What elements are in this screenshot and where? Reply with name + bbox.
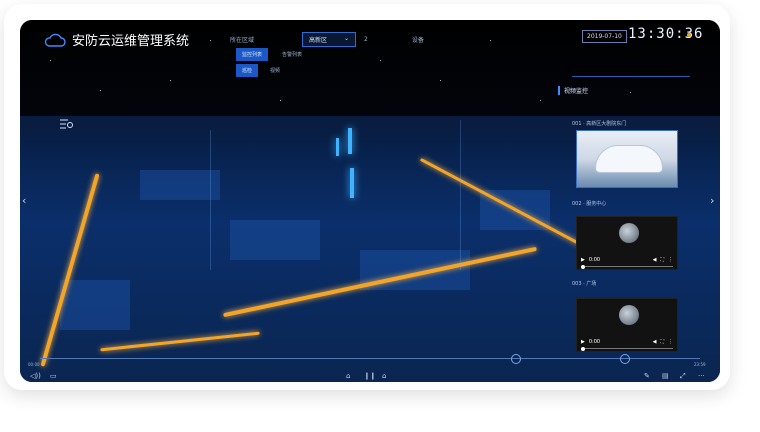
screen-icon[interactable]: ▭ — [50, 372, 57, 380]
light-beam — [210, 130, 211, 270]
timeline-handle[interactable] — [620, 354, 630, 364]
fullscreen-icon[interactable]: ⛶ — [660, 257, 664, 263]
dots-icon[interactable]: ··· — [698, 372, 705, 380]
expand-icon[interactable]: ⤢ — [680, 372, 686, 381]
star — [540, 100, 541, 101]
video-panel-title: 视频监控 — [558, 86, 588, 95]
light-beam — [460, 120, 461, 270]
more-icon[interactable]: ⋮ — [668, 339, 673, 345]
video-controls: ▶ 0:00 ◀ ⛶ ⋮ — [581, 339, 673, 345]
city-block — [140, 170, 220, 200]
status-dot — [687, 33, 691, 37]
area-label: 所在区域 — [230, 37, 255, 44]
star — [210, 40, 211, 41]
window-frame: 安防云运维管理系统 所在区域 高新区 ⌄ 2 设备 监控列表 告警列表 巡检 视… — [4, 4, 730, 390]
video-time: 0:00 — [588, 339, 601, 345]
star — [280, 100, 281, 101]
video-progress-handle[interactable] — [581, 347, 585, 351]
city-block — [60, 280, 130, 330]
timeline-track[interactable] — [40, 358, 700, 359]
city-block — [230, 220, 320, 260]
header-divider — [572, 76, 690, 77]
video-progress[interactable] — [581, 266, 673, 267]
video-player[interactable]: ▶ 0:00 ◀ ⛶ ⋮ — [576, 216, 678, 270]
camera-label: 001 · 高新区大剧院东门 — [572, 121, 627, 127]
video-controls: ▶ 0:00 ◀ ⛶ ⋮ — [581, 257, 673, 263]
pen-icon[interactable]: ✎ — [644, 372, 650, 380]
volume-icon[interactable]: ◀ — [653, 257, 657, 263]
more-icon[interactable]: ⋮ — [668, 257, 673, 263]
play-icon[interactable]: ▶ — [581, 339, 585, 345]
area-select[interactable]: 高新区 ⌄ — [302, 32, 357, 47]
camera-snapshot — [577, 131, 677, 187]
star — [100, 90, 101, 91]
volume-icon[interactable]: ◀ — [653, 339, 657, 345]
area-selector-row: 所在区域 高新区 ⌄ 2 设备 — [230, 32, 424, 47]
clock: 13:30:36 — [628, 26, 704, 42]
highlight-tower — [336, 138, 339, 156]
video-player[interactable]: ▶ 0:00 ◀ ⛶ ⋮ — [576, 298, 678, 352]
volume-icon[interactable]: ◁)) — [30, 372, 41, 380]
highlight-tower — [348, 128, 352, 154]
fullscreen-icon[interactable]: ⛶ — [660, 339, 664, 345]
layers-icon[interactable]: ▤ — [662, 372, 669, 380]
num-label: 2 — [364, 36, 368, 43]
pause-icon[interactable]: ❙❙ — [364, 372, 376, 380]
video-frame — [619, 223, 639, 243]
star — [440, 80, 441, 81]
filter-icon[interactable] — [58, 116, 74, 132]
timeline-end: 23:59 — [694, 362, 706, 367]
video-frame — [619, 305, 639, 325]
building-shape — [595, 145, 663, 173]
inspect-button[interactable]: 巡检 — [236, 64, 259, 77]
map-screen[interactable]: 安防云运维管理系统 所在区域 高新区 ⌄ 2 设备 监控列表 告警列表 巡检 视… — [20, 20, 720, 382]
star — [630, 92, 631, 93]
video-progress[interactable] — [581, 348, 673, 349]
video-link[interactable]: 视频 — [270, 67, 280, 74]
app-logo: 安防云运维管理系统 — [44, 30, 189, 49]
timeline-start: 00:00 — [28, 362, 40, 367]
chevron-right-icon[interactable]: › — [710, 194, 714, 207]
list-tabs: 监控列表 告警列表 — [236, 48, 302, 61]
star — [490, 40, 491, 41]
chevron-left-icon[interactable]: ‹ — [22, 194, 26, 207]
star — [380, 60, 381, 61]
video-progress-handle[interactable] — [581, 265, 585, 269]
cloud-icon — [44, 33, 66, 47]
monitor-list-button[interactable]: 监控列表 — [236, 48, 269, 61]
star — [50, 60, 51, 61]
date-badge: 2019-07-10 — [582, 30, 627, 43]
play-icon[interactable]: ▶ — [581, 257, 585, 263]
camera-thumbnail[interactable] — [576, 130, 678, 188]
video-time: 0:00 — [588, 257, 601, 263]
device-label: 设备 — [411, 37, 424, 44]
chevron-down-icon: ⌄ — [343, 35, 350, 42]
camera-label: 002 · 服务中心 — [572, 201, 607, 207]
highlight-tower — [350, 168, 354, 198]
camera-label: 003 · 广场 — [572, 281, 597, 287]
star — [170, 80, 171, 81]
area-select-value: 高新区 — [309, 37, 328, 44]
cone-icon[interactable]: ⌂ — [382, 372, 386, 380]
mode-tabs: 巡检 视频 — [236, 64, 280, 77]
cone-icon[interactable]: ⌂ — [346, 372, 350, 380]
app-title: 安防云运维管理系统 — [72, 34, 190, 49]
alarm-list-link[interactable]: 告警列表 — [282, 51, 302, 58]
